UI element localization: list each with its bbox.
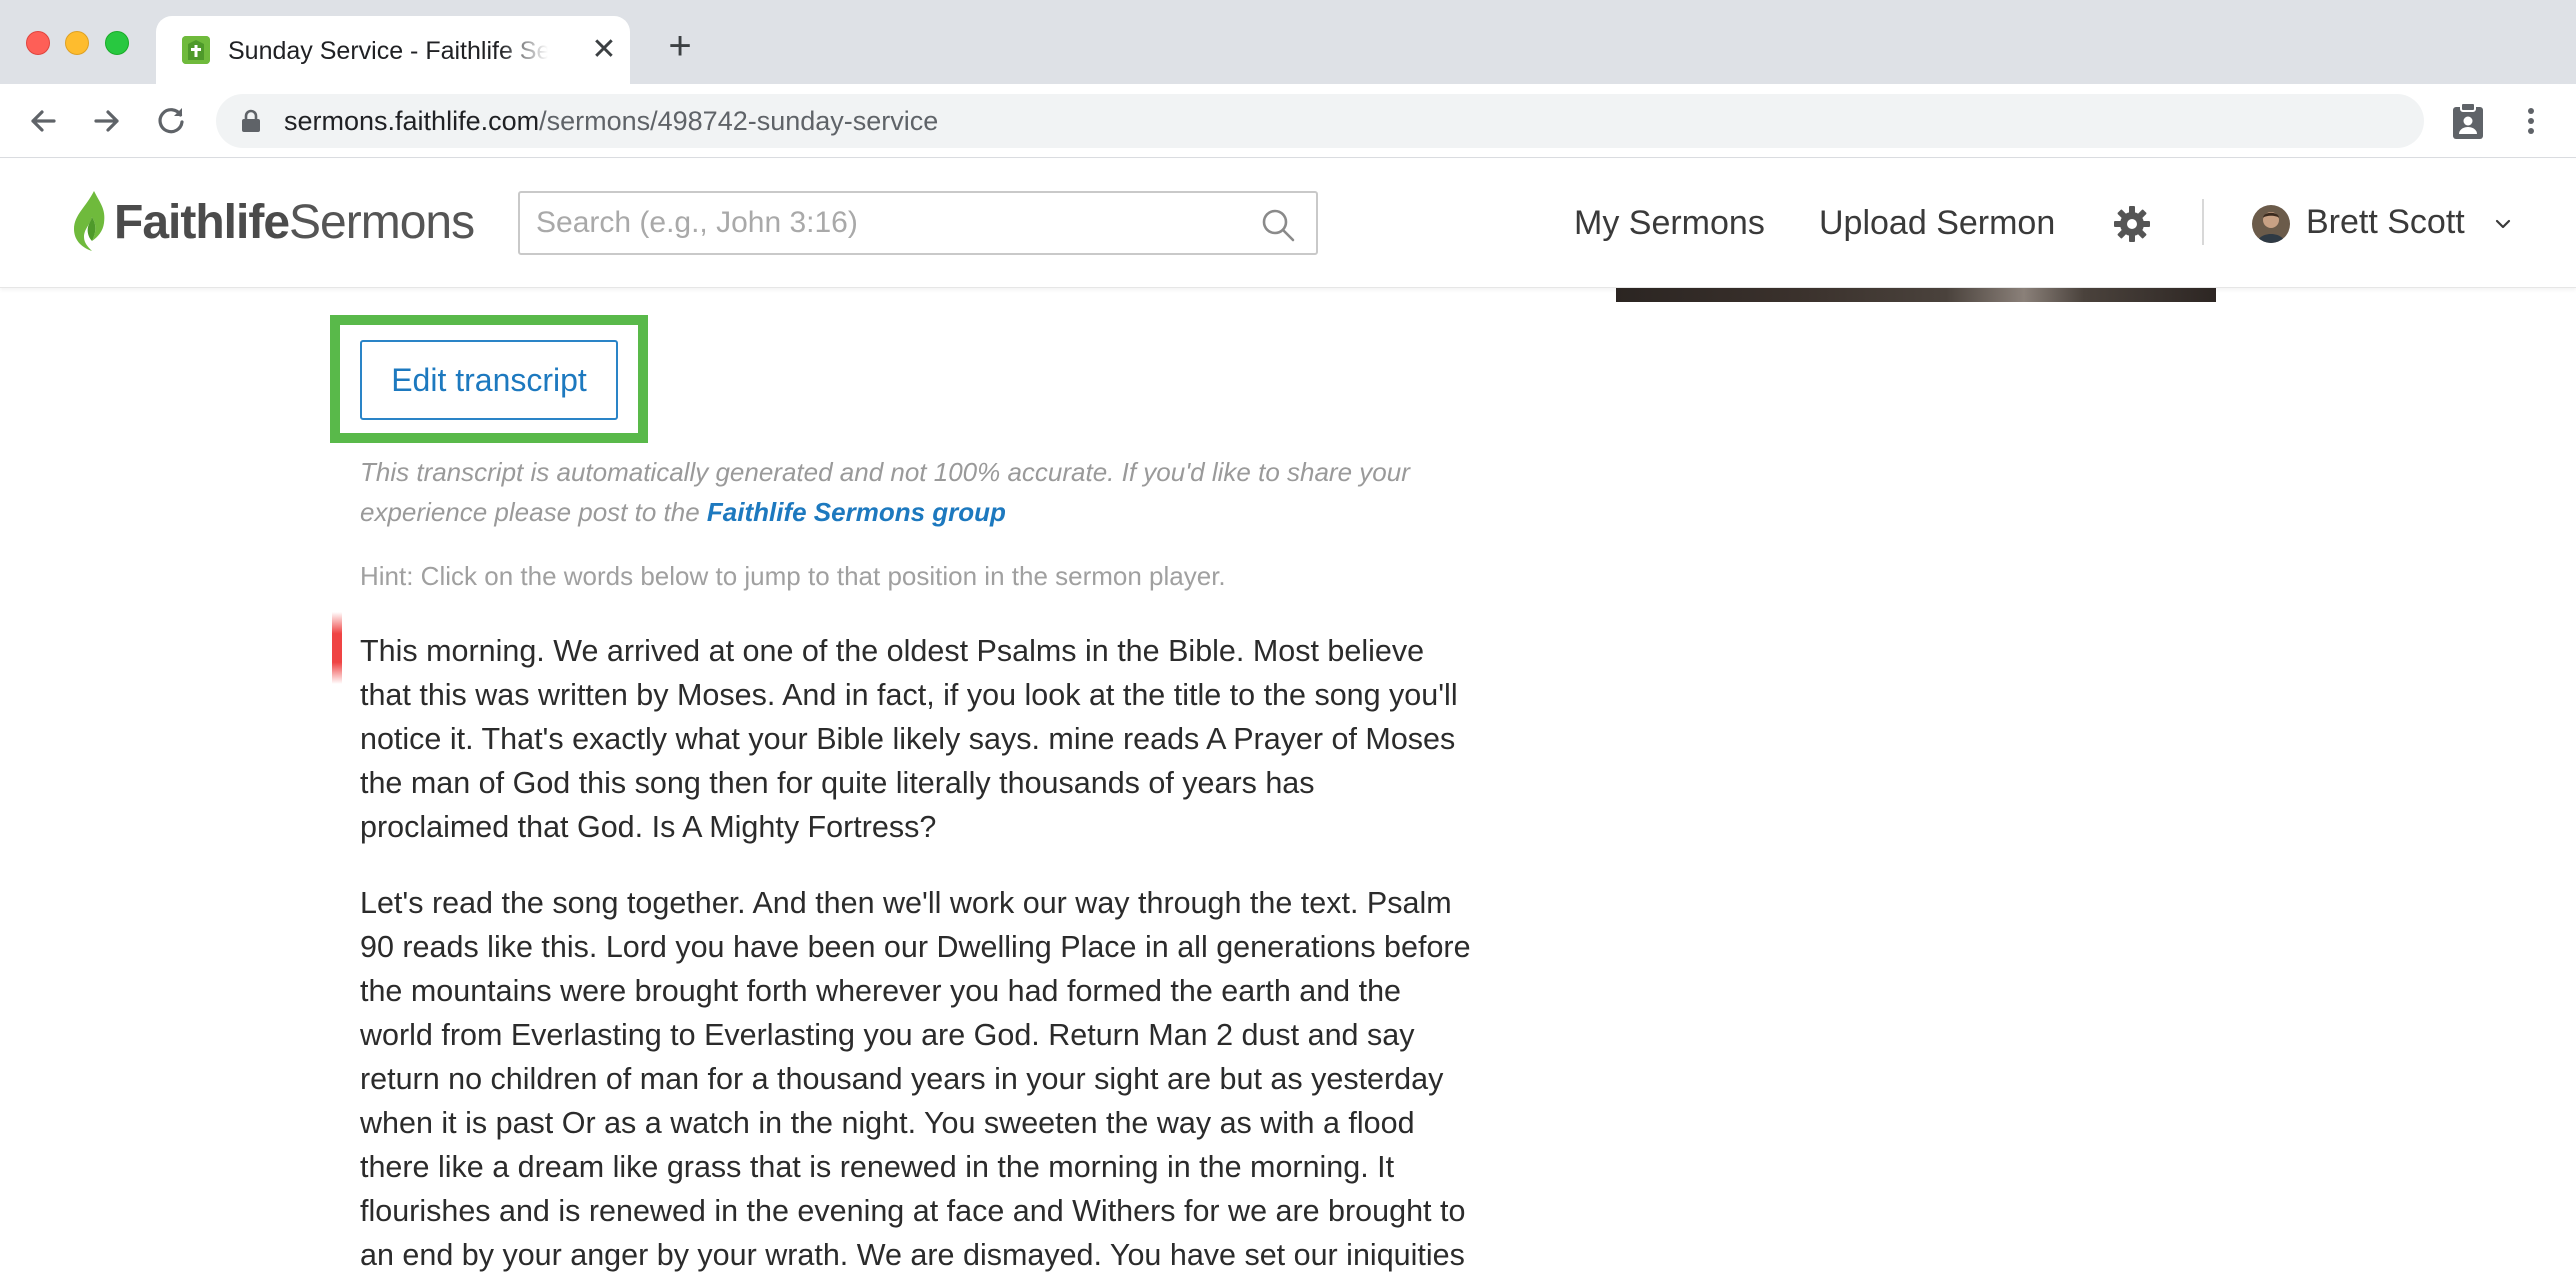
kebab-menu-icon[interactable] (2518, 102, 2544, 140)
transcript-paragraph[interactable]: This morning. We arrived at one of the o… (360, 629, 1460, 849)
tab-favicon-icon (182, 36, 210, 64)
transcript-line[interactable]: that this was written by Moses. And in f… (360, 673, 1460, 717)
lock-icon (242, 109, 260, 132)
transcript-line[interactable]: world from Everlasting to Everlasting yo… (360, 1013, 1460, 1057)
transcript-line[interactable]: notice it. That's exactly what your Bibl… (360, 717, 1460, 761)
transcript-line[interactable]: when it is past Or as a watch in the nig… (360, 1101, 1460, 1145)
avatar[interactable] (2252, 205, 2290, 243)
transcript-line[interactable]: there like a dream like grass that is re… (360, 1145, 1460, 1189)
disclaimer-line: This transcript is automatically generat… (360, 457, 1410, 487)
transcript-hint: Hint: Click on the words below to jump t… (360, 561, 1226, 591)
playback-position-marker (332, 612, 342, 684)
logo-faithlife-text: Faithlife (114, 196, 290, 249)
search-icon[interactable] (1260, 207, 1296, 243)
tab-title: Sunday Service - Faithlife Sermons (228, 37, 548, 65)
search-input[interactable] (522, 195, 1242, 251)
transcript-line[interactable]: the mountains were brought forth whereve… (360, 969, 1460, 1013)
disclaimer-text: experience please post to the (360, 497, 707, 527)
reload-icon[interactable] (152, 102, 190, 140)
transcript-line[interactable]: proclaimed that God. Is A Mighty Fortres… (360, 805, 1460, 849)
new-tab-button[interactable]: + (662, 26, 698, 66)
user-name[interactable]: Brett Scott (2306, 199, 2465, 245)
browser-tab-strip: Sunday Service - Faithlife Sermons ✕ + (0, 0, 2576, 84)
browser-tab-active[interactable]: Sunday Service - Faithlife Sermons ✕ (156, 16, 630, 84)
clipboard-extension-icon[interactable] (2450, 102, 2486, 140)
faithlife-sermons-group-link[interactable]: Faithlife Sermons group (707, 497, 1006, 527)
transcript-line[interactable]: Let's read the song together. And then w… (360, 881, 1460, 925)
transcript-line[interactable]: return no children of man for a thousand… (360, 1057, 1460, 1101)
transcript-paragraph[interactable]: Let's read the song together. And then w… (360, 881, 1471, 1277)
gear-icon[interactable] (2112, 204, 2152, 244)
transcript-line[interactable]: the man of God this song then for quite … (360, 761, 1460, 805)
faithlife-flame-icon (74, 191, 105, 251)
logo-wordmark: FaithlifeSermons (114, 193, 475, 253)
browser-toolbar: sermons.faithlife.com/sermons/498742-sun… (0, 84, 2576, 158)
disclaimer-line: experience please post to the Faithlife … (360, 492, 1460, 532)
window-close-button[interactable] (26, 31, 50, 55)
transcript-disclaimer: This transcript is automatically generat… (360, 452, 1460, 532)
site-header: FaithlifeSermons My Sermons Upload Sermo… (0, 159, 2576, 288)
edit-transcript-button[interactable]: Edit transcript (360, 340, 618, 420)
url-text: sermons.faithlife.com/sermons/498742-sun… (284, 104, 938, 138)
forward-arrow-icon[interactable] (88, 102, 126, 140)
address-bar[interactable]: sermons.faithlife.com/sermons/498742-sun… (216, 94, 2424, 148)
sermon-video-player-bottom-edge[interactable] (1616, 288, 2216, 302)
window-minimize-button[interactable] (65, 31, 89, 55)
chevron-down-icon[interactable] (2494, 217, 2512, 231)
header-divider (2202, 199, 2204, 245)
nav-my-sermons[interactable]: My Sermons (1574, 201, 1765, 245)
window-zoom-button[interactable] (105, 31, 129, 55)
logo-sermons-text: Sermons (289, 196, 475, 249)
url-host: sermons.faithlife.com (284, 106, 540, 136)
back-arrow-icon[interactable] (24, 102, 62, 140)
transcript-line[interactable]: flourishes and is renewed in the evening… (360, 1189, 1465, 1233)
transcript-line[interactable]: 90 reads like this. Lord you have been o… (360, 925, 1471, 969)
nav-upload-sermon[interactable]: Upload Sermon (1819, 201, 2055, 245)
tab-close-icon[interactable]: ✕ (588, 34, 620, 66)
transcript-line[interactable]: an end by your anger by your wrath. We a… (360, 1233, 1465, 1277)
url-path: /sermons/498742-sunday-service (539, 106, 939, 136)
transcript-line[interactable]: This morning. We arrived at one of the o… (360, 629, 1460, 673)
search-box (518, 191, 1318, 255)
